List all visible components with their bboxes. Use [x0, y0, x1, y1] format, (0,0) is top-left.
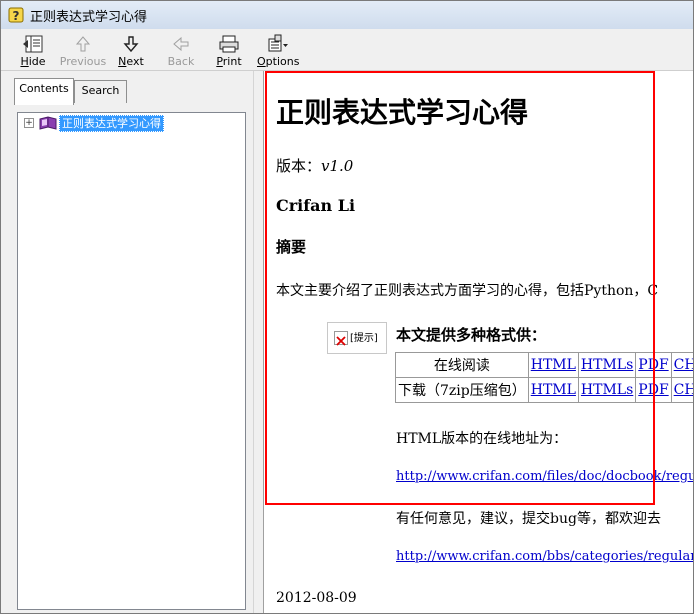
abstract-heading: 摘要 [276, 238, 307, 256]
link-htmls[interactable]: HTMLs [581, 357, 633, 373]
window-title: 正则表达式学习心得 [30, 10, 148, 25]
options-label: Options [257, 55, 300, 68]
arrow-left-icon [173, 36, 189, 52]
tab-contents[interactable]: Contents [14, 78, 74, 105]
arrow-up-icon [75, 36, 91, 52]
version-line: 版本：v1.0 [276, 155, 353, 176]
tab-search[interactable]: Search [74, 80, 127, 103]
next-label: Next [118, 55, 144, 68]
table-row: 在线阅读 HTML HTMLs PDF CHM [395, 352, 693, 378]
format-row-label: 在线阅读 [395, 352, 529, 378]
print-label: Print [216, 55, 242, 68]
options-button[interactable]: Options [257, 32, 299, 68]
link-chm[interactable]: CHM [674, 357, 693, 373]
tip-heading: 本文提供多种格式供： [396, 326, 547, 344]
print-button[interactable]: Print [211, 32, 247, 68]
options-icon [268, 34, 288, 52]
table-row: 下载（7zip压缩包） HTML HTMLs PDF CHM [395, 377, 693, 403]
tree-item-label: 正则表达式学习心得 [59, 115, 164, 132]
document-title: 正则表达式学习心得 [276, 96, 529, 129]
format-row-label: 下载（7zip压缩包） [395, 377, 529, 403]
link-pdf[interactable]: PDF [638, 382, 668, 398]
link-pdf[interactable]: PDF [638, 357, 668, 373]
previous-label: Previous [59, 55, 107, 68]
navigation-pane: Contents Search + 正则表达式学习心得 [1, 71, 253, 613]
contents-tree[interactable]: + 正则表达式学习心得 [17, 112, 246, 610]
next-button[interactable]: Next [113, 32, 149, 68]
author-name: Crifan Li [276, 196, 356, 215]
back-button[interactable]: Back [163, 32, 199, 68]
help-question-icon: ? [8, 7, 24, 23]
version-value: v1.0 [321, 157, 354, 175]
content-pane: 正则表达式学习心得 版本：v1.0 Crifan Li 摘要 本文主要介绍了正则… [263, 71, 693, 613]
previous-button[interactable]: Previous [59, 32, 107, 68]
abstract-text: 本文主要介绍了正则表达式方面学习的心得，包括Python，C [276, 283, 659, 299]
book-icon [39, 115, 57, 134]
tab-search-label: Search [81, 84, 120, 97]
link-htmls[interactable]: HTMLs [581, 382, 633, 398]
broken-image-icon [334, 331, 348, 346]
svg-text:?: ? [13, 9, 20, 23]
help-window: ? 正则表达式学习心得 Hide Previous Next Back Prin… [0, 0, 694, 614]
expand-plus-icon[interactable]: + [24, 118, 34, 128]
title-bar: ? 正则表达式学习心得 [1, 1, 693, 29]
printer-icon [219, 35, 239, 53]
tip-image-placeholder: [提示] [327, 322, 387, 354]
tip-label: [提示] [350, 333, 378, 344]
hide-label: Hide [20, 55, 46, 68]
version-label: 版本： [276, 157, 322, 175]
hide-icon [23, 35, 43, 53]
tab-contents-label: Contents [19, 82, 69, 95]
formats-table: 在线阅读 HTML HTMLs PDF CHM 下载（7zip压缩包） HTML… [395, 352, 693, 403]
hide-button[interactable]: Hide [13, 32, 53, 68]
back-label: Back [167, 55, 195, 68]
link-html[interactable]: HTML [531, 357, 576, 373]
document-date: 2012-08-09 [276, 590, 357, 606]
feedback-url-link[interactable]: http://www.crifan.com/bbs/categories/reg… [396, 549, 693, 564]
feedback-text: 有任何意见，建议，提交bug等，都欢迎去 [396, 511, 661, 527]
toolbar: Hide Previous Next Back Print Options [1, 30, 693, 71]
online-intro: HTML版本的在线地址为： [396, 431, 568, 447]
online-url-link[interactable]: http://www.crifan.com/files/doc/docbook/… [396, 469, 693, 484]
arrow-down-icon [123, 36, 139, 53]
link-html[interactable]: HTML [531, 382, 576, 398]
link-chm[interactable]: CHM [674, 382, 693, 398]
